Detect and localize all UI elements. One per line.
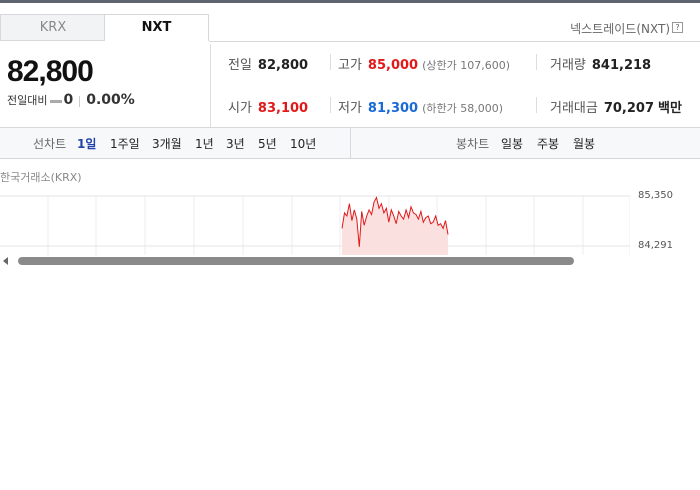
stat-value: 70,207 [603,101,655,116]
tab-nxt[interactable]: NXT [104,14,209,41]
stat-low: 저가 81,300 (하한가 58,000) [338,97,503,116]
scrollbar-thumb[interactable] [18,257,574,265]
stat-label: 시가 [228,101,252,116]
stat-value: 82,800 [257,58,309,73]
horizontal-scrollbar[interactable] [0,254,700,268]
divider [350,128,351,158]
divider [79,95,81,107]
line-chart-label: 선차트 [33,137,67,151]
y-tick-label: 84,291 [638,240,673,251]
stat-prev-close: 전일 82,800 [228,54,308,73]
flat-icon [50,99,63,103]
period-weekly[interactable]: 주봉 [537,135,559,152]
stat-label: 거래대금 [550,101,598,116]
divider [330,54,331,70]
period-3m[interactable]: 3개월 [152,135,182,152]
stat-high: 고가 85,000 (상한가 107,600) [338,54,510,73]
period-5y[interactable]: 5년 [258,135,277,152]
period-1w[interactable]: 1주일 [110,135,140,152]
stat-label: 고가 [338,58,362,73]
amount-unit: 백만 [658,101,682,116]
exchange-tabs: KRX NXT [0,14,209,42]
divider [330,97,331,113]
period-monthly[interactable]: 월봉 [573,135,595,152]
stat-amount: 거래대금 70,207 백만 [550,97,682,116]
change-value: 0 [63,92,74,108]
change-label: 전일대비 [7,94,48,107]
period-daily[interactable]: 일봉 [501,135,523,152]
divider [536,97,537,113]
price-change: 전일대비 0 0.00% [7,92,135,108]
tab-divider [209,41,700,42]
current-price: 82,800 [7,55,94,88]
divider [536,54,537,70]
price-chart [0,195,630,255]
lower-limit: (하한가 58,000) [422,102,504,115]
divider [0,158,700,159]
divider [210,44,211,128]
stat-volume: 거래량 841,218 [550,54,651,73]
chart-grid [0,195,630,255]
stat-value: 85,000 [367,58,419,73]
y-tick-label: 85,350 [638,190,673,201]
stat-value: 83,100 [257,101,309,116]
stat-label: 저가 [338,101,362,116]
exchange-label: 넥스트레이드(NXT) [570,22,670,36]
tab-krx[interactable]: KRX [0,14,105,41]
change-rate: 0.00% [86,92,135,108]
period-1d[interactable]: 1일 [77,135,96,152]
period-1y[interactable]: 1년 [195,135,214,152]
stat-value: 81,300 [367,101,419,116]
chart-toolbar: 선차트 1일 1주일 3개월 1년 3년 5년 10년 봉차트 일봉 주봉 월봉 [0,128,700,158]
help-icon[interactable]: ? [672,22,683,33]
scroll-left-icon[interactable] [3,257,8,265]
top-border [0,0,700,3]
stat-open: 시가 83,100 [228,97,308,116]
candle-chart-label: 봉차트 [456,137,490,151]
chart-source: 한국거래소(KRX) [0,171,82,184]
period-3y[interactable]: 3년 [226,135,245,152]
period-10y[interactable]: 10년 [290,135,316,152]
stat-label: 전일 [228,58,252,73]
stat-value: 841,218 [591,58,652,73]
upper-limit: (상한가 107,600) [422,59,511,72]
stat-label: 거래량 [550,58,586,73]
